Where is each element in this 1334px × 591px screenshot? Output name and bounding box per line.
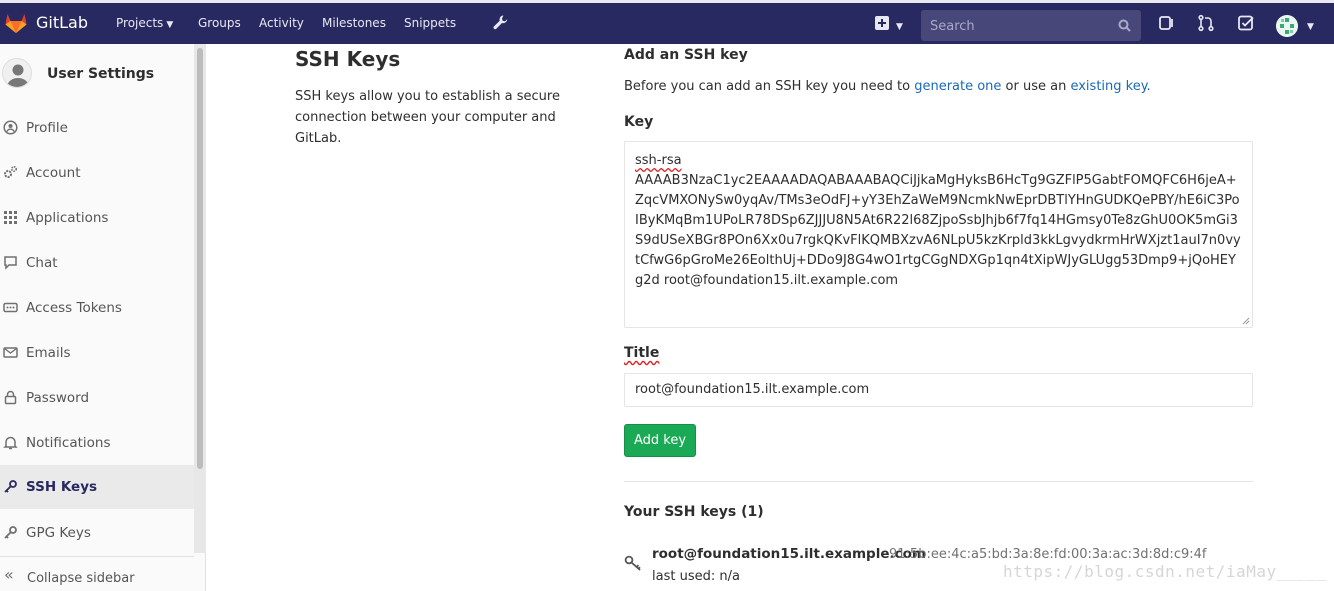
plus-square-icon[interactable] xyxy=(874,14,890,32)
sidebar-item-label: GPG Keys xyxy=(26,525,91,541)
profile-icon xyxy=(3,120,18,135)
collapse-sidebar-button[interactable]: « Collapse sidebar xyxy=(0,556,194,591)
envelope-icon xyxy=(3,347,18,358)
bell-icon xyxy=(3,436,18,450)
key-label: Key xyxy=(624,114,654,130)
user-avatar-icon[interactable] xyxy=(1276,15,1298,37)
sidebar-item-label: Account xyxy=(26,165,81,181)
your-ssh-keys-heading: Your SSH keys (1) xyxy=(624,504,764,520)
sidebar-item-profile[interactable]: Profile xyxy=(0,106,194,150)
search-icon xyxy=(1118,19,1131,32)
resize-grip-icon[interactable] xyxy=(1242,317,1250,325)
sidebar-item-applications[interactable]: Applications xyxy=(0,196,194,240)
ssh-key-fingerprint: 91:5b:ee:4c:a5:bd:3a:8e:fd:00:3a:ac:3d:8… xyxy=(889,547,1207,562)
sidebar-item-ssh-keys[interactable]: SSH Keys xyxy=(0,465,194,509)
todo-check-icon[interactable] xyxy=(1237,14,1255,32)
sidebar-item-account[interactable]: Account xyxy=(0,151,194,195)
nav-groups[interactable]: Groups xyxy=(198,16,241,30)
sidebar-header[interactable]: User Settings xyxy=(0,48,194,98)
divider xyxy=(624,481,1253,482)
gitlab-brand[interactable]: GitLab xyxy=(36,13,88,32)
key-icon xyxy=(624,555,641,571)
ssh-key-last-used: last used: n/a xyxy=(652,569,740,584)
sidebar-item-gpg-keys[interactable]: GPG Keys xyxy=(0,511,194,555)
sidebar-item-chat[interactable]: Chat xyxy=(0,241,194,285)
key-textarea[interactable]: ssh-rsa AAAAB3NzaC1yc2EAAAADAQABAAABAQCi… xyxy=(624,141,1253,328)
generate-key-link[interactable]: generate one xyxy=(914,79,1001,94)
applications-grid-icon xyxy=(4,211,17,224)
sidebar-item-access-tokens[interactable]: Access Tokens xyxy=(0,286,194,330)
title-label: Title xyxy=(624,345,660,361)
double-chevron-left-icon: « xyxy=(4,565,14,584)
sidebar-item-label: Notifications xyxy=(26,435,111,451)
search-input[interactable]: Search xyxy=(921,10,1141,41)
account-gears-icon xyxy=(4,165,18,178)
merge-request-icon[interactable] xyxy=(1197,14,1215,32)
add-key-button[interactable]: Add key xyxy=(624,424,696,457)
add-key-intro: Before you can add an SSH key you need t… xyxy=(624,79,1151,94)
sidebar-item-label: Applications xyxy=(26,210,109,226)
sidebar-item-label: SSH Keys xyxy=(26,479,98,495)
sidebar-title: User Settings xyxy=(47,66,155,82)
nav-activity[interactable]: Activity xyxy=(259,16,304,30)
existing-key-link[interactable]: existing key. xyxy=(1070,79,1150,94)
key-icon xyxy=(4,480,17,493)
sidebar-item-label: Password xyxy=(26,390,90,406)
nav-snippets[interactable]: Snippets xyxy=(404,16,456,30)
nav-projects[interactable]: Projects ▼ xyxy=(116,16,173,30)
sidebar-toggle-icon[interactable] xyxy=(1158,14,1176,32)
title-input[interactable]: root@foundation15.ilt.example.com xyxy=(624,373,1253,407)
ssh-key-name[interactable]: root@foundation15.ilt.example.com xyxy=(652,546,926,562)
sidebar-item-label: Access Tokens xyxy=(26,300,122,316)
nav-milestones[interactable]: Milestones xyxy=(322,16,386,30)
chevron-down-icon[interactable]: ▼ xyxy=(893,18,903,32)
chevron-down-icon: ▼ xyxy=(166,20,174,30)
gitlab-logo-icon[interactable] xyxy=(4,11,28,35)
person-icon xyxy=(7,64,29,87)
sidebar-item-emails[interactable]: Emails xyxy=(0,331,194,375)
token-icon xyxy=(3,302,18,313)
chat-icon xyxy=(4,256,17,270)
sidebar-item-label: Emails xyxy=(26,345,71,361)
top-navbar: GitLab Projects ▼ Groups Activity Milesto… xyxy=(0,0,1334,44)
lock-icon xyxy=(4,390,17,405)
user-avatar xyxy=(2,58,32,88)
watermark: https://blog.csdn.net/iaMay_____ xyxy=(1003,562,1328,581)
sidebar-item-label: Profile xyxy=(26,120,68,136)
sidebar-item-password[interactable]: Password xyxy=(0,376,194,420)
sidebar-item-label: Chat xyxy=(26,255,58,271)
chevron-down-icon[interactable]: ▼ xyxy=(1304,18,1314,32)
sidebar-item-notifications[interactable]: Notifications xyxy=(0,421,194,465)
page-title: SSH Keys xyxy=(295,47,401,71)
wrench-icon[interactable] xyxy=(491,14,509,32)
sidebar-scrollbar-thumb[interactable] xyxy=(197,48,203,469)
key-icon xyxy=(4,526,17,539)
add-ssh-key-heading: Add an SSH key xyxy=(624,47,748,63)
page-description: SSH keys allow you to establish a secure… xyxy=(295,89,560,146)
